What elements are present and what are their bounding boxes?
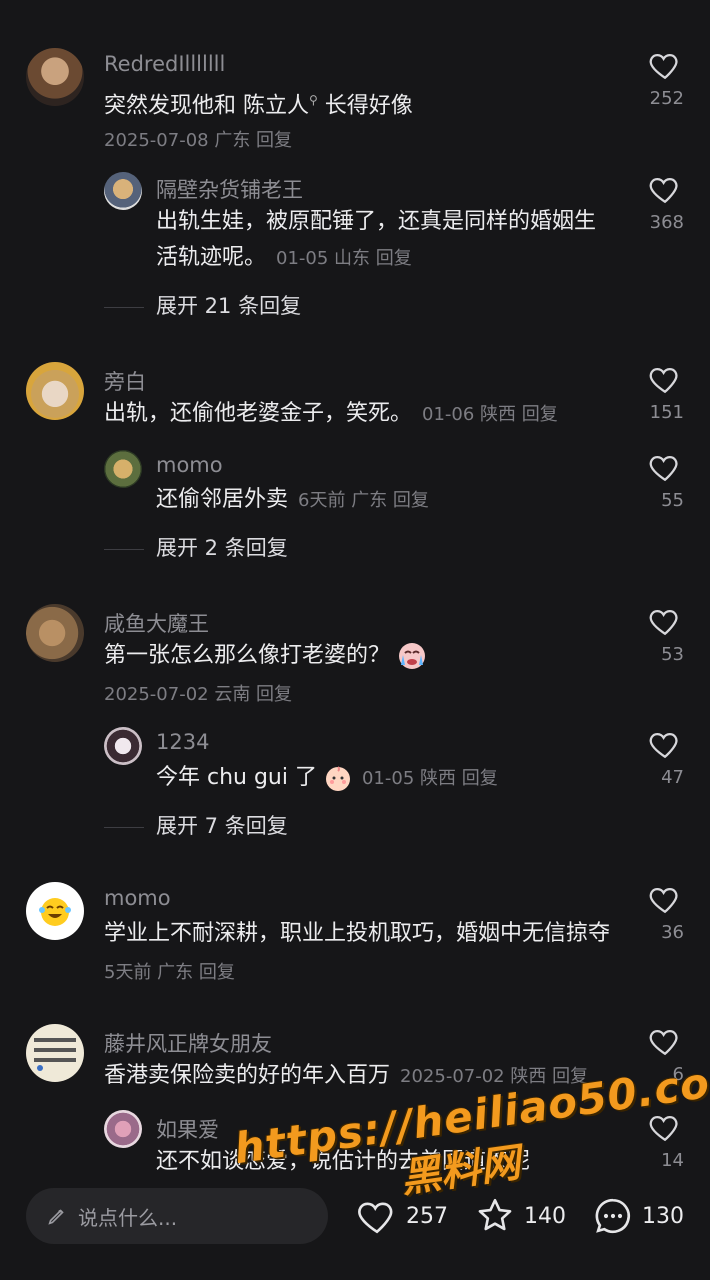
bottom-action-bar: 说点什么... 257 140 130 [0, 1180, 710, 1280]
comment-author[interactable]: 旁白 [104, 366, 146, 396]
comment-text: 学业上不耐深耕，职业上投机取巧，婚姻中无信掠夺 [104, 921, 611, 946]
search-icon[interactable]: ⚲ [309, 93, 318, 107]
reply-text: 今年 chu gui 了 01-05 陕西 回复 [156, 760, 498, 797]
comment-text-part: 突然发现他和 陈立人 [104, 93, 309, 119]
comment-text-part: 第一张怎么那么像打老婆的？ [104, 643, 391, 668]
avatar[interactable] [104, 727, 142, 765]
reply-text-part: 活轨迹呢。 [156, 245, 267, 270]
text-avatar-icon [34, 1038, 76, 1071]
avatar[interactable] [104, 172, 142, 210]
heart-icon[interactable] [648, 48, 682, 82]
comment-author[interactable]: 咸鱼大魔王 [104, 608, 209, 638]
divider [104, 548, 144, 550]
reply-text-continued: 活轨迹呢。 01-05 山东 回复 [156, 240, 412, 277]
reply-meta[interactable]: 01-05 山东 回复 [276, 248, 412, 269]
reply-author[interactable]: 如果爱 [156, 1114, 219, 1144]
comment-text: 第一张怎么那么像打老婆的？ [104, 638, 427, 674]
comment-meta[interactable]: 2025-07-08 广东 回复 [104, 126, 292, 152]
like-count: 368 [649, 212, 684, 233]
avatar[interactable] [26, 882, 84, 940]
like-count: 257 [406, 1203, 448, 1229]
heart-icon[interactable] [648, 450, 682, 484]
divider [104, 826, 144, 828]
comment-count: 130 [642, 1203, 684, 1229]
like-count: 14 [661, 1150, 684, 1171]
reply-author[interactable]: 1234 [156, 730, 209, 754]
avatar[interactable] [26, 362, 84, 420]
crying-emoji-icon [399, 643, 426, 669]
comment-author[interactable]: 藤井风正牌女朋友 [104, 1028, 272, 1058]
heart-icon[interactable] [648, 882, 682, 916]
comment-list: RedredIlllllll 突然发现他和 陈立人⚲ 长得好像 2025-07-… [0, 0, 710, 1180]
favorite-count: 140 [524, 1203, 566, 1229]
comment-button[interactable]: 130 [592, 1192, 684, 1240]
heart-icon[interactable] [648, 1110, 682, 1144]
avatar[interactable] [26, 48, 84, 106]
like-count: 151 [649, 402, 684, 423]
heart-icon[interactable] [648, 362, 682, 396]
avatar[interactable] [26, 1024, 84, 1082]
comment-text: 出轨，还偷他老婆金子，笑死。 01-06 陕西 回复 [104, 396, 558, 433]
favorite-button[interactable]: 140 [474, 1192, 566, 1240]
heart-icon[interactable] [648, 1024, 682, 1058]
baby-emoji-icon [325, 766, 350, 791]
star-icon [478, 1198, 512, 1231]
comment-text-part: 香港卖保险卖的好的年入百万 [104, 1063, 391, 1088]
comment-text-part: 出轨，还偷他老婆金子，笑死。 [104, 401, 413, 426]
expand-replies-label: 展开 21 条回复 [156, 294, 302, 318]
expand-replies-label: 展开 7 条回复 [156, 814, 288, 838]
comment-input-placeholder: 说点什么... [78, 1205, 178, 1230]
reply-text: 出轨生娃，被原配锤了，还真是同样的婚姻生 [156, 209, 597, 234]
expand-replies-button[interactable]: 展开 21 条回复 [104, 290, 301, 320]
comment-meta[interactable]: 01-06 陕西 回复 [422, 404, 558, 425]
expand-replies-label: 展开 2 条回复 [156, 536, 288, 560]
pencil-icon [48, 1209, 64, 1225]
comment-author[interactable]: momo [104, 886, 171, 910]
like-count: 55 [661, 490, 684, 511]
expand-replies-button[interactable]: 展开 2 条回复 [104, 532, 288, 562]
heart-icon[interactable] [648, 604, 682, 638]
comment-bubble-icon [595, 1198, 630, 1234]
comment-meta[interactable]: 5天前 广东 回复 [104, 958, 235, 984]
comment-text: 突然发现他和 陈立人⚲ 长得好像 [104, 82, 413, 124]
heart-icon [358, 1202, 393, 1234]
comment-text-part: 长得好像 [317, 93, 413, 119]
reply-text-part: 今年 chu gui 了 [156, 765, 317, 790]
avatar[interactable] [104, 1110, 142, 1148]
laughing-emoji-icon [39, 898, 71, 926]
like-count: 47 [661, 767, 684, 788]
reply-meta[interactable]: 6天前 广东 回复 [298, 490, 429, 511]
avatar[interactable] [26, 604, 84, 662]
like-count: 53 [661, 644, 684, 665]
heart-icon[interactable] [648, 172, 682, 206]
reply-text: 还偷邻居外卖 6天前 广东 回复 [156, 482, 429, 519]
expand-replies-button[interactable]: 展开 7 条回复 [104, 810, 288, 840]
like-count: 36 [661, 922, 684, 943]
reply-text-part: 还偷邻居外卖 [156, 487, 289, 512]
comment-meta[interactable]: 2025-07-02 云南 回复 [104, 680, 292, 706]
avatar[interactable] [104, 450, 142, 488]
reply-author[interactable]: momo [156, 453, 223, 477]
divider [104, 306, 144, 308]
comment-input[interactable]: 说点什么... [26, 1188, 328, 1244]
reply-meta[interactable]: 01-05 陕西 回复 [362, 768, 498, 789]
reply-author[interactable]: 隔壁杂货铺老王 [156, 174, 303, 204]
like-count: 252 [649, 88, 684, 109]
heart-icon[interactable] [648, 727, 682, 761]
comment-author[interactable]: RedredIlllllll [104, 52, 225, 76]
